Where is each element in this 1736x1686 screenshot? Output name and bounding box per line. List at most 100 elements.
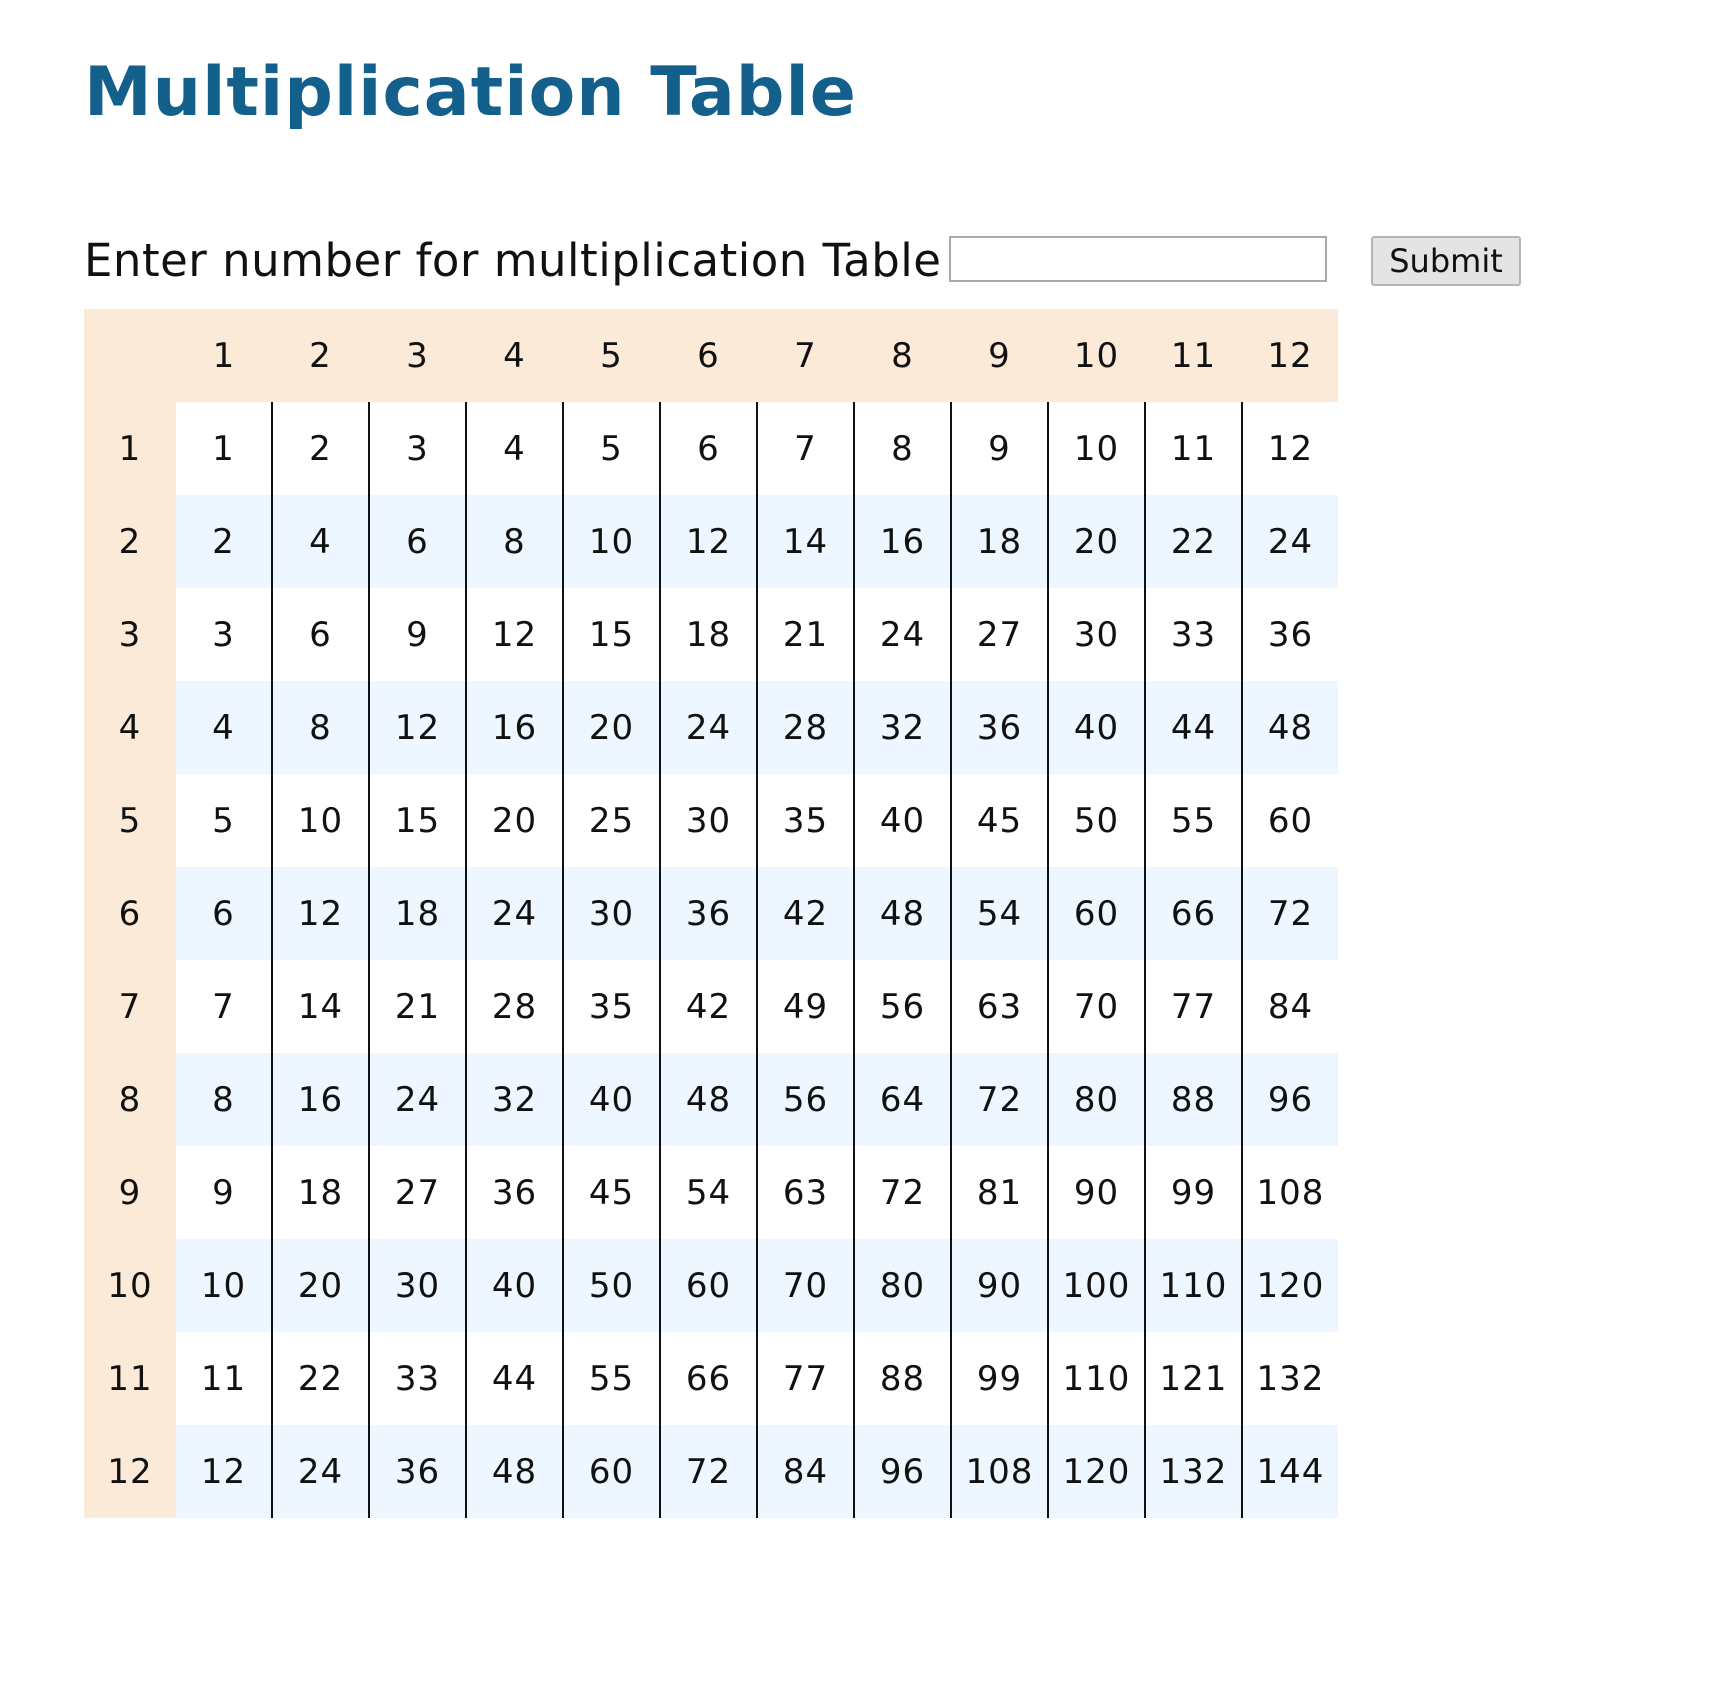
table-cell: 20 xyxy=(466,774,564,867)
table-cell: 121 xyxy=(1145,1332,1243,1425)
table-cell: 6 xyxy=(272,588,370,681)
table-cell: 11 xyxy=(1145,402,1243,495)
table-cell: 132 xyxy=(1242,1332,1338,1425)
column-header: 4 xyxy=(466,309,563,402)
table-cell: 8 xyxy=(176,1053,273,1146)
table-cell: 20 xyxy=(1048,495,1146,588)
table-cell: 10 xyxy=(563,495,661,588)
table-cell: 5 xyxy=(176,774,273,867)
row-header: 5 xyxy=(84,774,176,867)
column-header-row: 1 2 3 4 5 6 7 8 9 10 11 12 xyxy=(84,309,1338,402)
table-cell: 18 xyxy=(272,1146,370,1239)
table-cell: 27 xyxy=(369,1146,467,1239)
table-cell: 90 xyxy=(1048,1146,1146,1239)
table-cell: 3 xyxy=(369,402,467,495)
table-cell: 54 xyxy=(951,867,1049,960)
table-cell: 72 xyxy=(1242,867,1338,960)
table-cell: 36 xyxy=(951,681,1049,774)
table-cell: 120 xyxy=(1048,1425,1146,1518)
number-form: Enter number for multiplication Table : … xyxy=(84,236,1736,286)
table-cell: 21 xyxy=(757,588,855,681)
table-row: 4 4 8 12 16 20 24 28 32 36 40 44 48 xyxy=(84,681,1338,774)
column-header: 3 xyxy=(369,309,466,402)
table-cell: 8 xyxy=(466,495,564,588)
table-cell: 28 xyxy=(757,681,855,774)
table-cell: 132 xyxy=(1145,1425,1243,1518)
table-cell: 30 xyxy=(660,774,758,867)
table-row: 9 9 18 27 36 45 54 63 72 81 90 99 108 xyxy=(84,1146,1338,1239)
table-cell: 56 xyxy=(854,960,952,1053)
table-cell: 36 xyxy=(660,867,758,960)
table-row: 12 12 24 36 48 60 72 84 96 108 120 132 144 xyxy=(84,1425,1338,1518)
table-cell: 40 xyxy=(854,774,952,867)
table-cell: 66 xyxy=(660,1332,758,1425)
table-cell: 48 xyxy=(660,1053,758,1146)
table-cell: 60 xyxy=(1048,867,1146,960)
table-cell: 12 xyxy=(1242,402,1338,495)
table-cell: 33 xyxy=(369,1332,467,1425)
table-row: 10 10 20 30 40 50 60 70 80 90 100 110 120 xyxy=(84,1239,1338,1332)
table-cell: 96 xyxy=(1242,1053,1338,1146)
table-cell: 40 xyxy=(563,1053,661,1146)
row-header: 11 xyxy=(84,1332,176,1425)
table-cell: 12 xyxy=(272,867,370,960)
table-cell: 9 xyxy=(176,1146,273,1239)
table-cell: 70 xyxy=(1048,960,1146,1053)
table-cell: 77 xyxy=(757,1332,855,1425)
table-cell: 24 xyxy=(466,867,564,960)
table-cell: 48 xyxy=(854,867,952,960)
table-row: 8 8 16 24 32 40 48 56 64 72 80 88 96 xyxy=(84,1053,1338,1146)
table-cell: 99 xyxy=(951,1332,1049,1425)
table-cell: 10 xyxy=(1048,402,1146,495)
table-cell: 50 xyxy=(563,1239,661,1332)
number-input[interactable] xyxy=(949,236,1327,282)
table-cell: 16 xyxy=(466,681,564,774)
table-cell: 1 xyxy=(176,402,273,495)
table-cell: 48 xyxy=(1242,681,1338,774)
column-header: 10 xyxy=(1048,309,1145,402)
table-cell: 40 xyxy=(1048,681,1146,774)
column-header: 6 xyxy=(660,309,757,402)
table-cell: 2 xyxy=(176,495,273,588)
table-cell: 88 xyxy=(854,1332,952,1425)
table-cell: 22 xyxy=(272,1332,370,1425)
table-cell: 35 xyxy=(563,960,661,1053)
number-input-label: Enter number for multiplication Table : xyxy=(84,234,972,287)
table-cell: 24 xyxy=(1242,495,1338,588)
row-header: 9 xyxy=(84,1146,176,1239)
table-cell: 120 xyxy=(1242,1239,1338,1332)
table-cell: 45 xyxy=(951,774,1049,867)
table-cell: 144 xyxy=(1242,1425,1338,1518)
table-cell: 44 xyxy=(466,1332,564,1425)
row-header: 10 xyxy=(84,1239,176,1332)
submit-button[interactable]: Submit xyxy=(1371,236,1521,286)
table-cell: 4 xyxy=(176,681,273,774)
table-row: 3 3 6 9 12 15 18 21 24 27 30 33 36 xyxy=(84,588,1338,681)
table-cell: 66 xyxy=(1145,867,1243,960)
table-row: 5 5 10 15 20 25 30 35 40 45 50 55 60 xyxy=(84,774,1338,867)
multiplication-table: 1 2 3 4 5 6 7 8 9 10 11 12 1 1 2 3 4 5 6 7 8 9 10 1… xyxy=(84,309,1338,1518)
table-cell: 12 xyxy=(176,1425,273,1518)
table-cell: 9 xyxy=(951,402,1049,495)
table-cell: 20 xyxy=(272,1239,370,1332)
table-cell: 8 xyxy=(272,681,370,774)
table-cell: 108 xyxy=(1242,1146,1338,1239)
table-cell: 11 xyxy=(176,1332,273,1425)
page: Multiplication Table Enter number for mu… xyxy=(0,0,1736,286)
table-cell: 12 xyxy=(369,681,467,774)
table-cell: 36 xyxy=(1242,588,1338,681)
column-header: 7 xyxy=(757,309,854,402)
table-cell: 24 xyxy=(854,588,952,681)
table-cell: 16 xyxy=(854,495,952,588)
row-header: 8 xyxy=(84,1053,176,1146)
table-cell: 40 xyxy=(466,1239,564,1332)
table-cell: 110 xyxy=(1048,1332,1146,1425)
column-header: 11 xyxy=(1145,309,1242,402)
table-cell: 28 xyxy=(466,960,564,1053)
table-cell: 49 xyxy=(757,960,855,1053)
table-cell: 54 xyxy=(660,1146,758,1239)
table-cell: 36 xyxy=(466,1146,564,1239)
row-header: 3 xyxy=(84,588,176,681)
table-cell: 42 xyxy=(757,867,855,960)
column-header: 2 xyxy=(272,309,369,402)
